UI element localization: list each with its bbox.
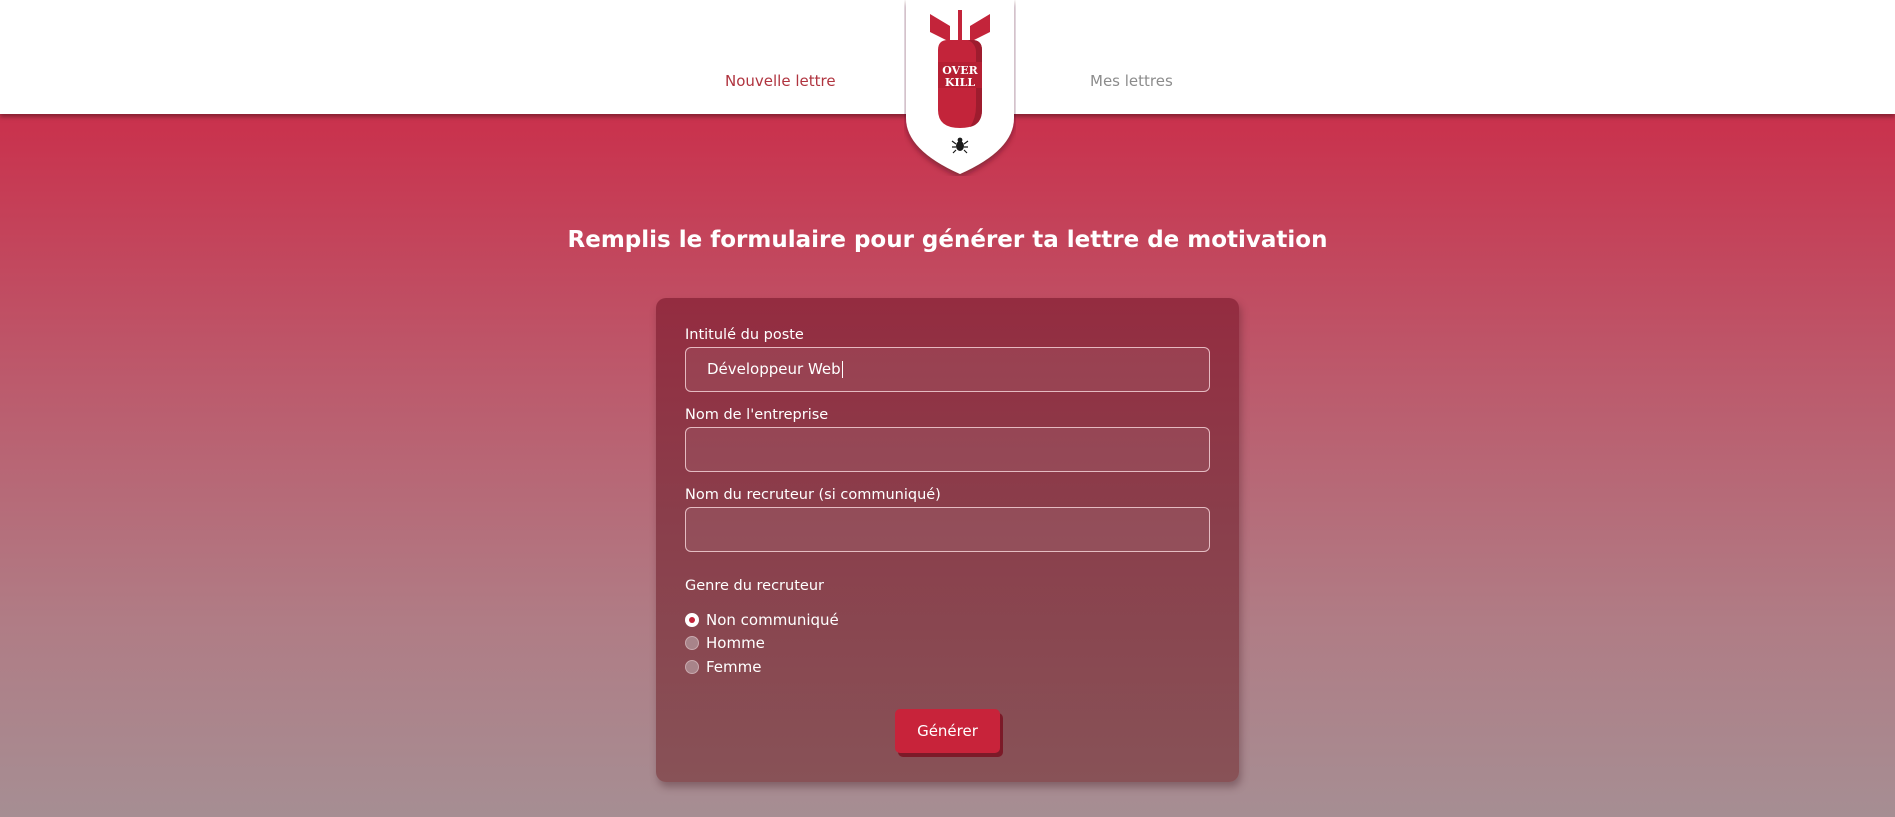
job-title-value: Développeur Web	[707, 360, 841, 378]
overkill-logo[interactable]: OVER KILL	[904, 0, 1016, 176]
cover-letter-form: Intitulé du poste Développeur Web Nom de…	[656, 298, 1239, 782]
job-title-label: Intitulé du poste	[685, 327, 804, 343]
recruiter-input[interactable]	[685, 507, 1210, 552]
page-title: Remplis le formulaire pour générer ta le…	[567, 227, 1328, 253]
recruiter-label: Nom du recruteur (si communiqué)	[685, 487, 941, 503]
gender-option-label: Non communiqué	[706, 611, 839, 629]
text-caret	[841, 361, 843, 378]
nav-my-letters-link[interactable]: Mes lettres	[1090, 72, 1173, 90]
nav-new-letter-link[interactable]: Nouvelle lettre	[725, 72, 836, 90]
gender-option-woman[interactable]: Femme	[685, 657, 762, 677]
gender-option-label: Homme	[706, 634, 765, 652]
generate-button[interactable]: Générer	[895, 709, 1000, 753]
bomb-shield-icon: OVER KILL	[906, 0, 1014, 174]
company-input[interactable]	[685, 427, 1210, 472]
gender-option-label: Femme	[706, 658, 762, 676]
gender-option-not-specified[interactable]: Non communiqué	[685, 610, 839, 630]
radio-checked-icon[interactable]	[685, 613, 699, 627]
company-label: Nom de l'entreprise	[685, 407, 829, 423]
gender-option-man[interactable]: Homme	[685, 633, 765, 653]
radio-unchecked-icon[interactable]	[685, 636, 699, 650]
recruiter-gender-label: Genre du recruteur	[685, 578, 824, 594]
job-title-input[interactable]: Développeur Web	[685, 347, 1210, 392]
logo-text-line2: KILL	[945, 76, 975, 89]
radio-unchecked-icon[interactable]	[685, 660, 699, 674]
